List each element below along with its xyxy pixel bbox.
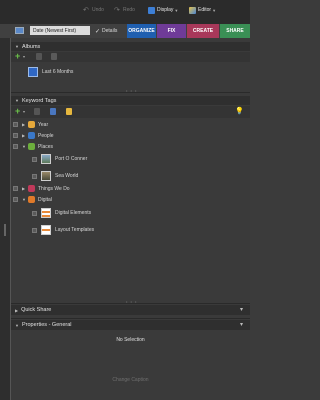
tag-row-port-o-conner[interactable]: Port O Conner xyxy=(32,152,87,166)
tag-checkbox[interactable] xyxy=(32,227,37,233)
tag-category-icon xyxy=(28,196,35,203)
change-caption-link[interactable]: Change Caption xyxy=(11,377,250,383)
checkmark-icon: ✓ xyxy=(95,28,101,35)
keyword-tags-header[interactable]: ▼ Keyword Tags xyxy=(11,96,250,105)
tag-checkbox[interactable] xyxy=(13,133,18,138)
tab-organize[interactable]: ORGANIZE xyxy=(127,24,156,38)
delete-album-icon[interactable] xyxy=(36,53,42,60)
tag-photo-icon xyxy=(41,225,51,235)
chevron-down-icon[interactable]: ▾ xyxy=(23,54,25,59)
editor-menu[interactable]: Editor ▼ xyxy=(189,5,216,15)
add-album-icon[interactable]: + xyxy=(15,52,20,61)
collapse-triangle-icon: ▼ xyxy=(15,98,19,103)
tag-checkbox[interactable] xyxy=(13,186,18,191)
properties-header[interactable]: ▼ Properties - General xyxy=(11,320,250,330)
tag-photo-icon xyxy=(41,208,51,218)
display-icon xyxy=(148,6,155,14)
tag-label: Port O Conner xyxy=(55,156,88,162)
editor-icon xyxy=(189,6,196,14)
details-label: Details xyxy=(102,28,118,34)
collapse-triangle-icon: ▼ xyxy=(15,322,19,328)
panel-collapse-strip[interactable] xyxy=(0,38,10,400)
tag-label: People xyxy=(38,132,54,139)
albums-title: Albums xyxy=(21,43,41,50)
tag-options-icon[interactable] xyxy=(66,108,72,115)
properties-title: Properties - General xyxy=(21,322,72,328)
media-view-icon[interactable] xyxy=(15,27,24,34)
tag-row-things-we-do[interactable]: ▶ Things We Do xyxy=(13,184,70,193)
no-selection-text: No Selection xyxy=(116,337,145,343)
keyword-tags-title: Keyword Tags xyxy=(21,97,57,104)
panel-menu-icon[interactable]: ▾ xyxy=(240,306,243,313)
tag-label: Places xyxy=(38,143,54,150)
display-label: Display xyxy=(157,7,174,13)
chevron-down-icon: ▼ xyxy=(174,7,179,13)
expand-triangle-icon: ▶ xyxy=(15,307,19,313)
divider xyxy=(11,303,250,304)
tag-row-digital[interactable]: ▼ Digital xyxy=(13,195,52,204)
tag-photo-icon xyxy=(41,154,51,164)
tag-checkbox[interactable] xyxy=(32,173,37,179)
undo-button[interactable]: ↶ Undo xyxy=(83,5,104,15)
tag-label: Digital Elements xyxy=(55,210,92,216)
tag-label: Layout Templates xyxy=(55,227,95,233)
chevron-down-icon[interactable]: ▾ xyxy=(23,109,25,114)
divider xyxy=(11,92,250,93)
tag-checkbox[interactable] xyxy=(32,156,37,162)
add-tag-icon[interactable]: + xyxy=(15,107,20,116)
redo-button[interactable]: ↷ Redo xyxy=(114,5,135,15)
tab-fix[interactable]: FIX xyxy=(157,24,186,38)
album-item[interactable]: Last 6 Months xyxy=(28,65,73,79)
album-icon xyxy=(28,67,38,77)
tag-checkbox[interactable] xyxy=(13,197,18,202)
quick-share-title: Quick Share xyxy=(21,307,52,313)
tag-checkbox[interactable] xyxy=(32,210,37,216)
collapse-triangle-icon: ▼ xyxy=(15,44,19,49)
tag-checkbox[interactable] xyxy=(13,144,18,149)
editor-label: Editor xyxy=(198,7,212,13)
tag-category-icon xyxy=(28,143,35,150)
panel-menu-icon[interactable]: ▾ xyxy=(240,321,243,328)
redo-icon: ↷ xyxy=(114,6,120,14)
delete-tag-icon[interactable] xyxy=(34,108,40,115)
tag-label: Digital xyxy=(38,196,52,203)
tag-checkbox[interactable] xyxy=(13,122,18,127)
tag-photo-icon xyxy=(41,171,51,181)
albums-toolbar xyxy=(11,52,250,62)
undo-icon: ↶ xyxy=(83,6,89,14)
details-checkbox[interactable]: ✓ Details xyxy=(95,27,117,35)
keyword-toolbar xyxy=(11,106,250,118)
quick-share-header[interactable]: ▶ Quick Share xyxy=(11,305,250,315)
tab-share[interactable]: SHARE xyxy=(220,24,250,38)
tag-label: Year xyxy=(38,121,49,128)
tag-row-sea-world[interactable]: Sea World xyxy=(32,169,78,183)
edit-tag-icon[interactable] xyxy=(50,108,56,115)
resize-grip[interactable] xyxy=(4,224,6,236)
tag-category-icon xyxy=(28,121,35,128)
tag-row-year[interactable]: ▶ Year xyxy=(13,120,48,129)
redo-label: Redo xyxy=(123,7,135,13)
display-menu[interactable]: Display ▼ xyxy=(148,5,178,15)
album-label: Last 6 Months xyxy=(42,69,74,75)
tag-category-icon xyxy=(28,185,35,192)
tag-row-people[interactable]: ▶ People xyxy=(13,131,54,140)
tag-category-icon xyxy=(28,132,35,139)
chevron-down-icon: ▼ xyxy=(212,7,217,13)
edit-album-icon[interactable] xyxy=(51,53,57,60)
tag-row-digital-elements[interactable]: Digital Elements xyxy=(32,206,91,220)
tag-label: Things We Do xyxy=(38,185,70,192)
albums-header[interactable]: ▼ Albums xyxy=(11,42,250,51)
divider xyxy=(11,318,250,319)
sort-dropdown[interactable]: Date (Newest First) xyxy=(30,26,90,35)
tag-label: Sea World xyxy=(55,173,79,179)
tag-row-layout-templates[interactable]: Layout Templates xyxy=(32,223,94,237)
tag-row-places[interactable]: ▼ Places xyxy=(13,142,53,151)
tab-create[interactable]: CREATE xyxy=(187,24,219,38)
undo-label: Undo xyxy=(92,7,104,13)
lightbulb-icon[interactable]: 💡 xyxy=(235,107,244,115)
